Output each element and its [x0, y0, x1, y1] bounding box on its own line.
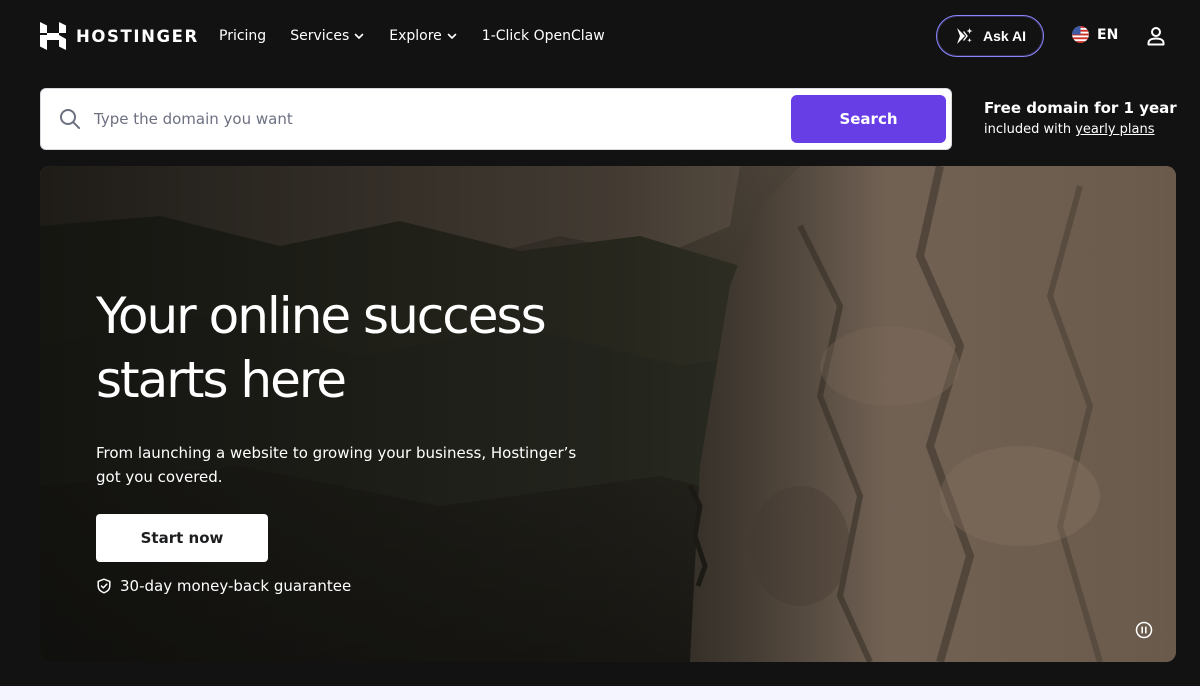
ask-ai-button[interactable]: Ask AI — [936, 15, 1044, 57]
hero-content: Your online success starts here From lau… — [96, 284, 616, 595]
hero-banner: Your online success starts here From lau… — [40, 166, 1176, 662]
brand-name: HOSTINGER — [76, 26, 199, 46]
nav-item-pricing[interactable]: Pricing — [219, 28, 266, 44]
domain-search-input[interactable] — [94, 99, 774, 139]
nav-item-label: 1-Click OpenClaw — [481, 28, 605, 44]
start-now-button[interactable]: Start now — [96, 514, 268, 562]
search-button[interactable]: Search — [791, 95, 946, 143]
hero-title-line-2: starts here — [96, 351, 347, 409]
main-nav: Pricing Services Explore 1-Click OpenCla… — [219, 26, 629, 46]
shield-check-icon — [97, 578, 111, 594]
nav-item-label: Explore — [389, 28, 442, 44]
ask-ai-label: Ask AI — [982, 28, 1027, 44]
nav-item-label: Pricing — [219, 28, 267, 44]
language-code: EN — [1097, 26, 1119, 43]
sparkle-arrow-icon — [956, 28, 973, 44]
hero-title-line-1: Your online success — [96, 287, 547, 345]
money-back-guarantee: 30-day money-back guarantee — [96, 577, 616, 595]
hostinger-logo[interactable]: HOSTINGER — [40, 22, 199, 50]
next-section-edge — [0, 686, 1200, 700]
nav-item-openclaw[interactable]: 1-Click OpenClaw — [482, 28, 605, 44]
guarantee-text: 30-day money-back guarantee — [120, 577, 352, 595]
free-domain-promo: Free domain for 1 year included with yea… — [984, 99, 1177, 137]
domain-search-box: Search — [40, 88, 952, 150]
nav-item-explore[interactable]: Explore — [389, 28, 458, 44]
search-icon — [60, 109, 80, 129]
promo-text: included with — [984, 122, 1072, 137]
site-header: HOSTINGER Pricing Services Explore 1-Cli… — [0, 0, 1200, 72]
chevron-down-icon — [447, 33, 457, 39]
us-flag-icon — [1072, 26, 1089, 43]
promo-title: Free domain for 1 year — [984, 99, 1177, 117]
promo-subtext: included with yearly plans — [984, 122, 1177, 137]
language-selector[interactable]: EN — [1072, 26, 1118, 43]
yearly-plans-link[interactable]: yearly plans — [1075, 122, 1154, 137]
nav-item-label: Services — [290, 28, 350, 44]
pause-icon[interactable] — [1134, 620, 1154, 640]
hero-subtitle: From launching a website to growing your… — [96, 444, 577, 486]
chevron-down-icon — [354, 33, 364, 39]
user-icon[interactable] — [1145, 25, 1167, 47]
hero-title: Your online success starts here — [96, 284, 616, 412]
nav-item-services[interactable]: Services — [290, 28, 365, 44]
hostinger-logo-icon — [40, 22, 66, 50]
